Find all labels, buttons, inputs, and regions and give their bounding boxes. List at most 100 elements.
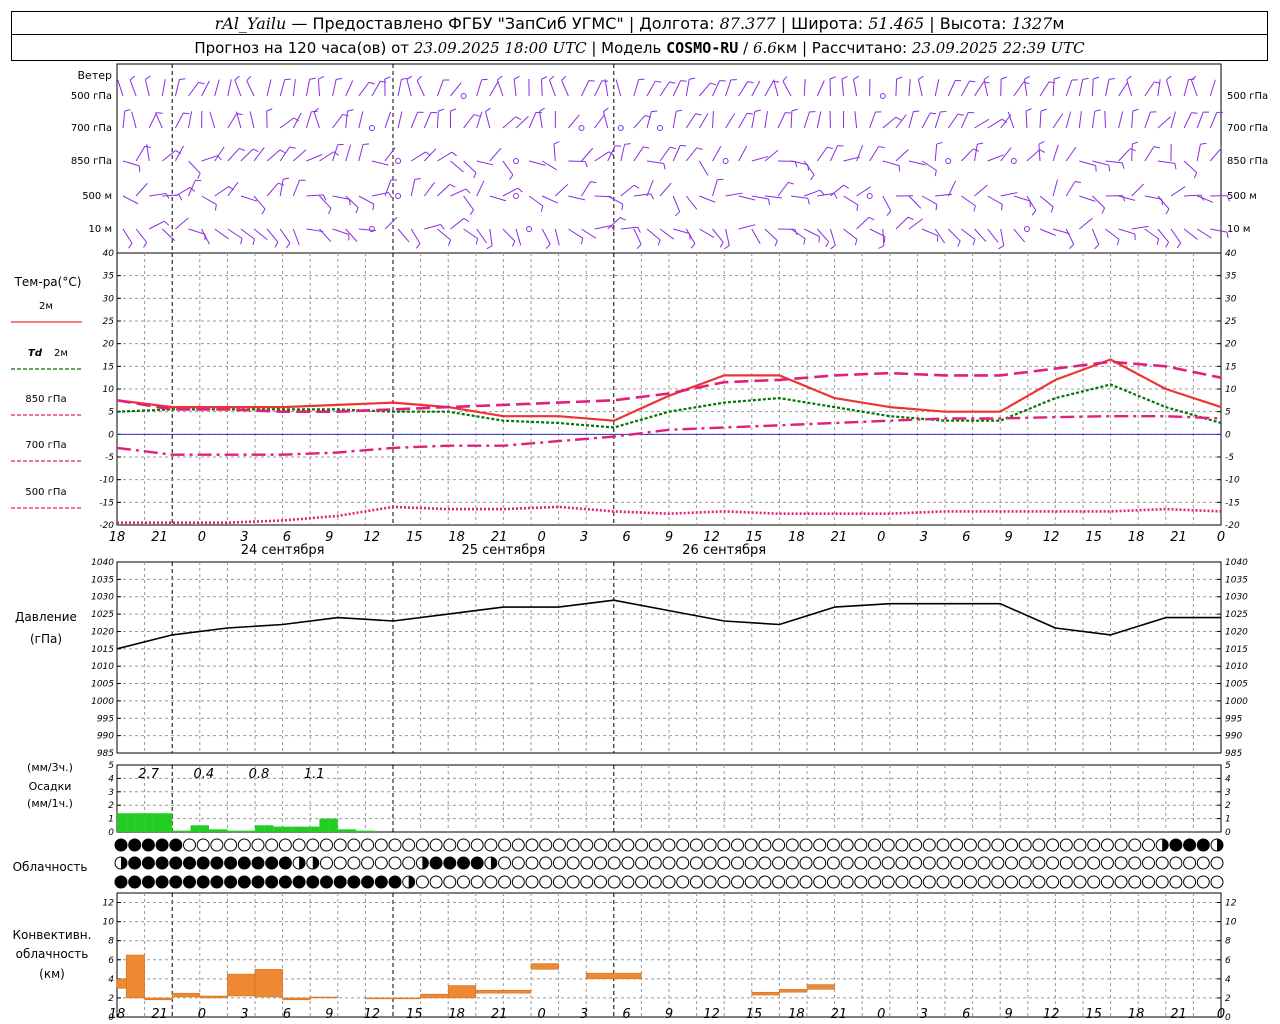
wind-barb-feather xyxy=(818,236,820,243)
wind-barb-feather xyxy=(1191,112,1198,114)
hour-label: 9 xyxy=(325,530,333,545)
cloud-icon xyxy=(689,875,703,889)
wind-barb-feather xyxy=(1174,163,1177,170)
hour-label: 18 xyxy=(109,530,126,545)
wind-barb xyxy=(214,186,230,197)
wind-barb xyxy=(148,220,165,230)
wind-barb xyxy=(974,144,978,162)
wind-barb-feather xyxy=(1094,109,1101,112)
conv-bar xyxy=(585,972,642,980)
wind-barb xyxy=(738,81,749,97)
wind-barb xyxy=(489,228,493,246)
bottom-hour-label: 21 xyxy=(491,1007,508,1022)
wind-barb xyxy=(843,195,859,206)
cloud-icon xyxy=(155,838,169,852)
cloud-icon xyxy=(840,875,854,889)
y-tick-label-right: 10 xyxy=(1225,918,1237,928)
wind-barb-feather xyxy=(336,77,343,80)
wind-barb-feather xyxy=(977,142,984,145)
wind-barb-feather xyxy=(128,243,133,249)
wind-barb xyxy=(437,151,453,162)
y-tick-label-right: 3 xyxy=(1225,788,1231,798)
cloud-icon xyxy=(361,838,375,852)
wind-barb xyxy=(1078,217,1093,230)
wind-barb xyxy=(738,145,748,162)
cloud-icon xyxy=(1128,838,1142,852)
calm-circle xyxy=(513,158,519,164)
wind-barb-feather xyxy=(240,238,243,245)
cloud-icon-half xyxy=(1217,839,1223,851)
wind-barb xyxy=(1078,111,1082,129)
wind-barb-feather xyxy=(650,193,655,200)
legend-label: 500 гПа xyxy=(25,487,66,498)
precip-bar xyxy=(310,826,320,832)
cloud-icon xyxy=(292,875,306,889)
cloud-icon xyxy=(1046,875,1060,889)
cloud-icon xyxy=(306,875,320,889)
cloud-icon xyxy=(895,856,909,870)
conv-bar xyxy=(475,990,532,994)
wind-barb xyxy=(266,149,281,162)
precip-bar xyxy=(172,830,182,832)
wind-barb xyxy=(174,145,184,162)
cloud-icon xyxy=(1114,856,1128,870)
cloud-icon xyxy=(909,856,923,870)
wind-barb-feather xyxy=(473,114,480,117)
wind-barb xyxy=(317,79,320,97)
wind-barb-feather xyxy=(283,177,290,180)
y-tick-label-left: 1 xyxy=(108,815,114,825)
cloud-icon xyxy=(922,838,936,852)
wind-barb xyxy=(209,111,216,129)
bottom-hour-label: 9 xyxy=(665,1007,673,1022)
conv-bar xyxy=(751,991,780,996)
cloud-icon xyxy=(1005,875,1018,889)
wind-barb xyxy=(175,217,189,230)
wind-barb-feather xyxy=(643,146,650,149)
wind-barb xyxy=(246,80,255,97)
wind-barb-feather xyxy=(896,76,903,80)
wind-barb-feather xyxy=(1193,172,1198,179)
wind-barb xyxy=(633,79,640,97)
conv-unit: (км) xyxy=(39,967,65,981)
wind-barb-feather xyxy=(907,216,914,221)
cloud-icon xyxy=(950,875,964,889)
wind-barb xyxy=(607,195,623,205)
wind-barb xyxy=(214,228,229,240)
cloud-icon xyxy=(1183,875,1197,889)
wind-barb xyxy=(1023,79,1028,97)
wind-barb xyxy=(908,218,923,230)
wind-barb xyxy=(947,80,956,97)
cloud-icon xyxy=(703,856,717,870)
wind-barb xyxy=(882,160,900,167)
wind-barb-feather xyxy=(983,75,990,80)
wind-barb xyxy=(1118,228,1136,235)
bottom-hour-label: 15 xyxy=(1085,1007,1102,1022)
cloud-icon xyxy=(210,856,224,870)
y-tick-label-left: 1040 xyxy=(91,558,114,568)
y-tick-label-right: 12 xyxy=(1225,899,1237,909)
wind-barb xyxy=(201,228,210,245)
y-tick-label-left: 5 xyxy=(108,761,114,771)
cloud-icon xyxy=(1059,875,1073,889)
y-tick-label-right: 2 xyxy=(1225,994,1231,1004)
calm-circle xyxy=(395,158,402,164)
wind-barb xyxy=(620,144,626,162)
wind-barb-feather xyxy=(680,80,687,82)
conv-bar xyxy=(447,985,477,999)
wind-barb-feather xyxy=(1108,165,1111,172)
wind-barb xyxy=(803,111,810,129)
hour-label: 12 xyxy=(1043,530,1060,545)
wind-barb xyxy=(725,192,743,197)
wind-barb xyxy=(581,147,594,162)
cloud-icon xyxy=(1210,856,1224,870)
cloud-icon xyxy=(840,838,854,852)
cloud-icon xyxy=(1087,856,1101,870)
precip-bar xyxy=(328,818,338,832)
cloud-icon xyxy=(498,838,512,852)
cloud-icon xyxy=(717,838,731,852)
bottom-hour-label: 3 xyxy=(580,1007,588,1022)
legend-label: 2м xyxy=(54,348,68,359)
cloud-icon xyxy=(1005,838,1018,852)
wind-barb-feather xyxy=(637,227,641,233)
wind-barb-feather xyxy=(1082,77,1089,80)
